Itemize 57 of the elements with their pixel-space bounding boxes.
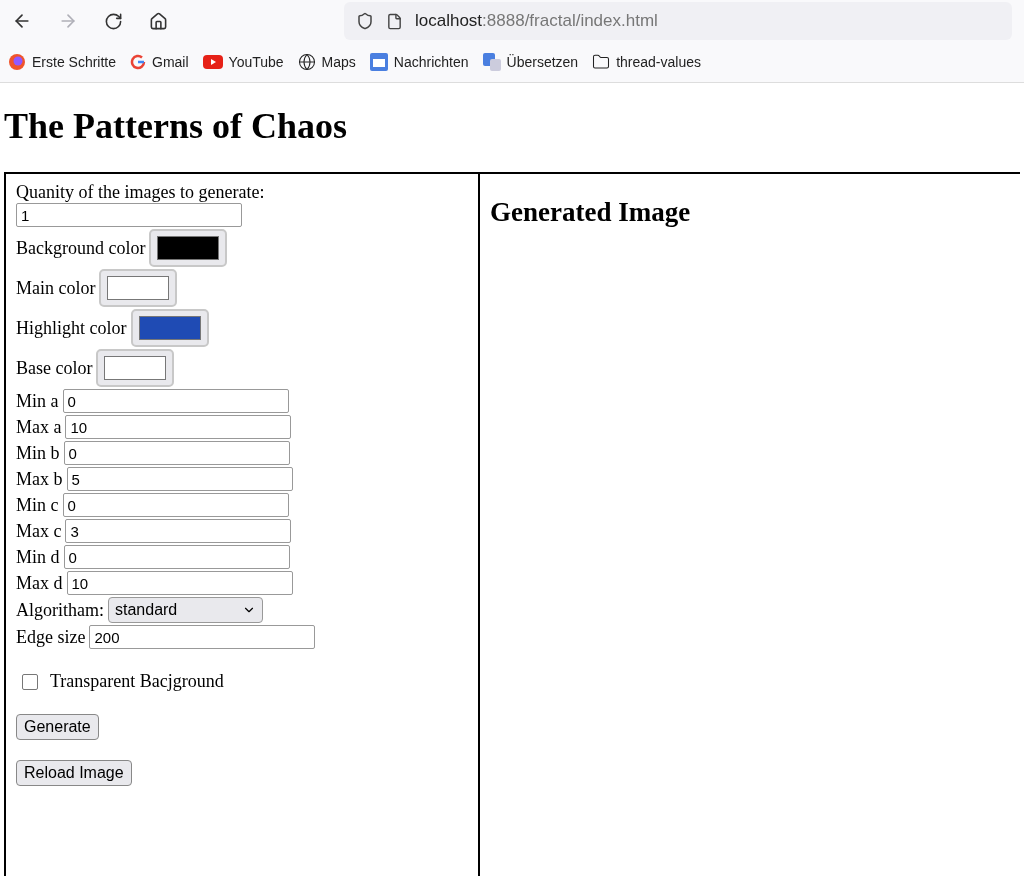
input-field[interactable]: 0 bbox=[62, 389, 289, 413]
color-picker[interactable] bbox=[149, 229, 228, 267]
page-title: The Patterns of Chaos bbox=[4, 105, 348, 147]
bookmark-link[interactable]: Erste Schritte bbox=[8, 53, 117, 71]
input-field[interactable]: 0 bbox=[63, 545, 290, 569]
input-field[interactable]: 200 bbox=[89, 625, 316, 649]
field-label: Min c bbox=[16, 494, 59, 516]
field-label: Edge size bbox=[16, 626, 86, 648]
globe-icon bbox=[297, 53, 316, 71]
news-icon bbox=[369, 53, 388, 71]
field-label: Min a bbox=[16, 390, 59, 412]
field-label: Max b bbox=[16, 468, 63, 490]
color-picker[interactable] bbox=[99, 269, 178, 307]
input-field[interactable]: 1 bbox=[16, 203, 242, 227]
bookmark-link[interactable]: YouTube bbox=[202, 54, 284, 70]
action-button[interactable]: Reload Image bbox=[16, 760, 132, 786]
field-label: Background color bbox=[16, 237, 146, 259]
field-label: Min b bbox=[16, 442, 60, 464]
letter-g-icon bbox=[130, 54, 147, 70]
input-field[interactable]: 0 bbox=[63, 441, 290, 465]
url-path: :8888/fractal/index.html bbox=[482, 11, 658, 31]
input-field[interactable]: 10 bbox=[66, 571, 293, 595]
field-label: Max a bbox=[16, 416, 62, 438]
folder-icon bbox=[592, 53, 611, 71]
bookmark-link[interactable]: Nachrichten bbox=[369, 53, 469, 71]
address-bar[interactable]: localhost:8888/fractal/index.html bbox=[344, 2, 1012, 40]
field-label: Max d bbox=[16, 572, 63, 594]
browser-logo-icon bbox=[8, 53, 26, 71]
checkbox[interactable] bbox=[22, 673, 38, 690]
reload-button[interactable] bbox=[104, 11, 123, 31]
page-icon bbox=[386, 12, 403, 30]
color-picker[interactable] bbox=[130, 309, 209, 347]
input-field[interactable]: 3 bbox=[65, 519, 292, 543]
field-label: Main color bbox=[16, 277, 96, 299]
bookmark-link[interactable]: Maps bbox=[297, 53, 356, 71]
input-field[interactable]: 10 bbox=[65, 415, 292, 439]
bookmark-link[interactable]: Übersetzen bbox=[482, 53, 579, 71]
field-label: Base color bbox=[16, 357, 93, 379]
url-host: localhost bbox=[415, 11, 483, 31]
bookmark-link[interactable]: thread-values bbox=[592, 53, 701, 71]
action-button[interactable]: Generate bbox=[16, 714, 99, 740]
color-picker[interactable] bbox=[96, 349, 175, 387]
play-icon bbox=[202, 55, 223, 69]
bookmark-link[interactable]: Gmail bbox=[130, 54, 189, 70]
field-label: Algoritham: bbox=[16, 599, 104, 621]
field-label: Quanity of the images to generate: bbox=[16, 182, 265, 202]
shield-icon bbox=[356, 12, 374, 30]
translate-icon bbox=[482, 53, 501, 71]
field-label: Highlight color bbox=[16, 317, 127, 339]
field-label: Max c bbox=[16, 520, 62, 542]
section-heading: Generated Image bbox=[490, 197, 692, 228]
home-button[interactable] bbox=[149, 11, 168, 31]
field-label: Min d bbox=[16, 546, 60, 568]
algorithm-dropdown[interactable]: standard bbox=[108, 597, 263, 623]
checkbox-label: Transparent Bacjground bbox=[50, 671, 224, 692]
input-field[interactable]: 0 bbox=[62, 493, 289, 517]
input-field[interactable]: 5 bbox=[66, 467, 293, 491]
